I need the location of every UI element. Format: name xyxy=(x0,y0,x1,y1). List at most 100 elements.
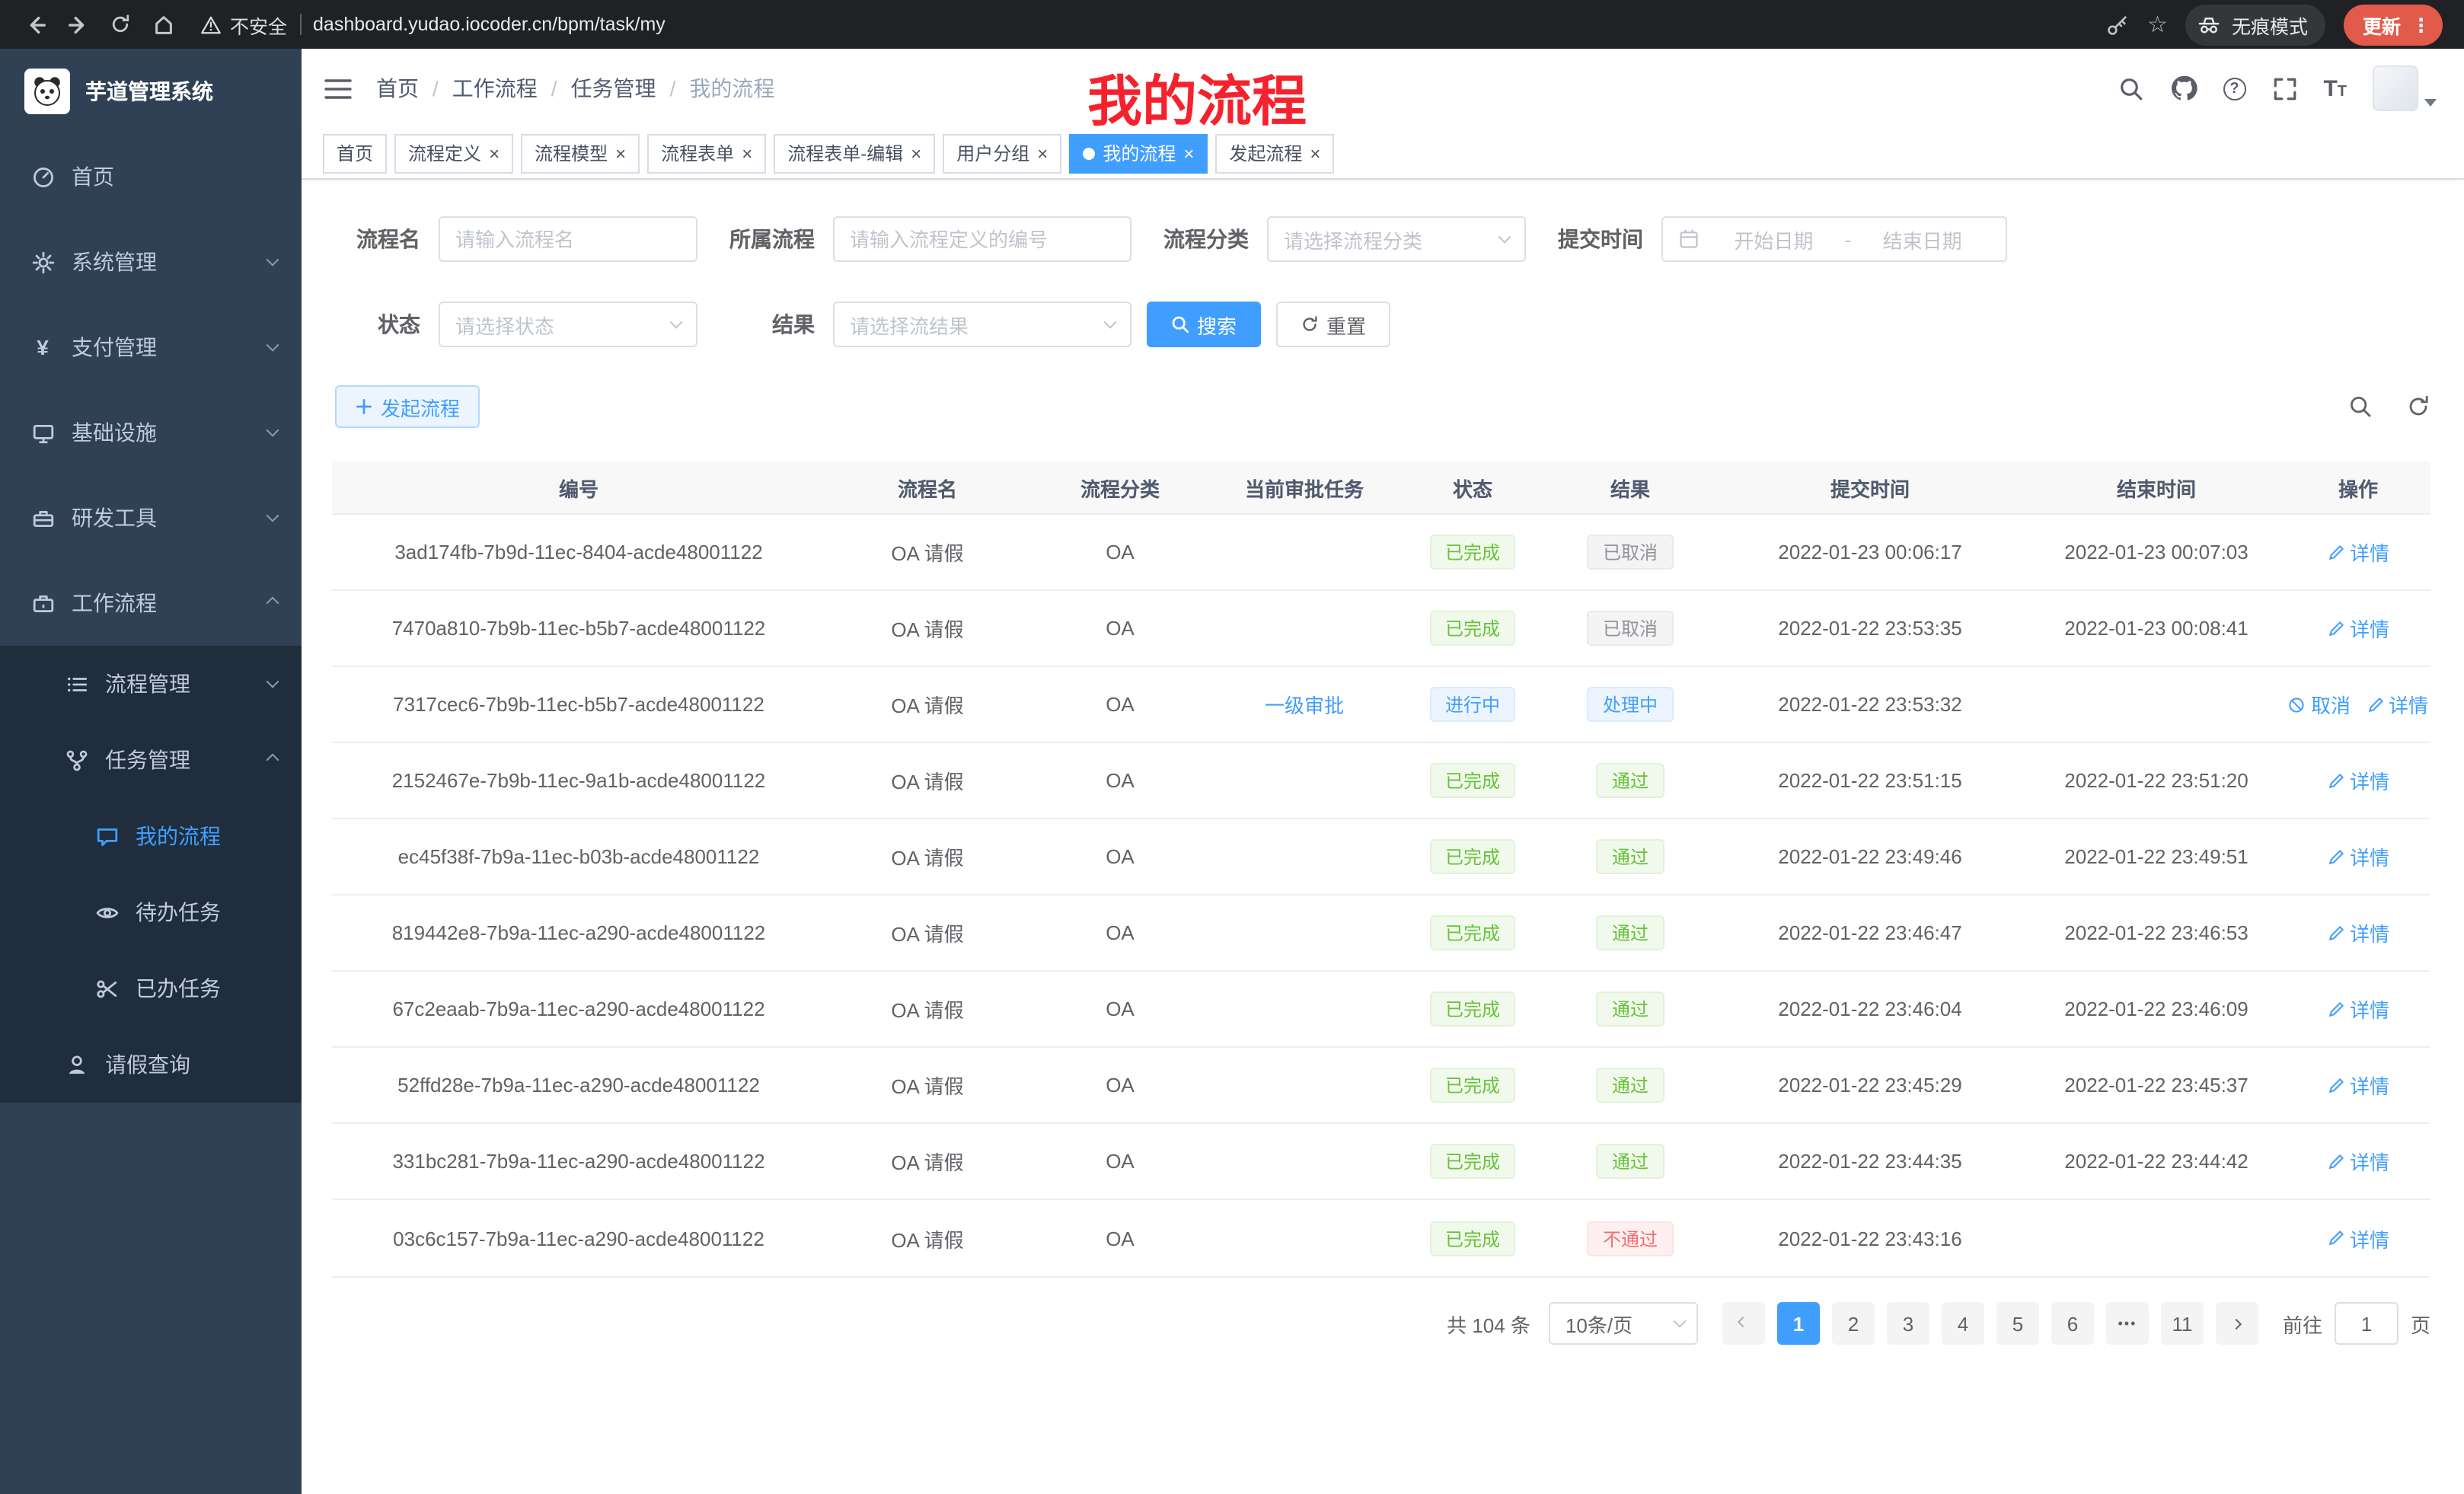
page-button-1[interactable]: 1 xyxy=(1777,1302,1820,1345)
close-tab-icon[interactable]: × xyxy=(742,144,752,162)
fullscreen-icon[interactable] xyxy=(2271,75,2297,101)
url-text[interactable]: dashboard.yudao.iocoder.cn/bpm/task/my xyxy=(313,14,665,35)
tab-process-form-edit[interactable]: 流程表单-编辑× xyxy=(774,133,935,173)
sidebar-item-task-mgmt[interactable]: 任务管理 xyxy=(0,722,302,798)
chevron-up-icon xyxy=(267,597,279,610)
tab-user-group[interactable]: 用户分组× xyxy=(943,133,1061,173)
page-button-6[interactable]: 6 xyxy=(2051,1302,2094,1345)
sidebar-item-todo-tasks[interactable]: 待办任务 xyxy=(0,874,302,950)
status-badge: 已完成 xyxy=(1430,535,1515,570)
forward-icon[interactable] xyxy=(58,5,97,44)
sidebar-item-workflow[interactable]: 工作流程 xyxy=(0,560,302,646)
home-nav-icon[interactable] xyxy=(143,5,183,44)
detail-link[interactable]: 详情 xyxy=(2327,842,2389,871)
detail-link[interactable]: 详情 xyxy=(2327,1071,2389,1100)
tab-my-process[interactable]: 我的流程× xyxy=(1069,133,1208,173)
hamburger-icon[interactable] xyxy=(324,77,352,100)
sidebar-item-home[interactable]: 首页 xyxy=(0,134,302,219)
refresh-icon[interactable] xyxy=(2406,394,2430,419)
status-select[interactable]: 请选择状态 xyxy=(439,302,697,347)
tab-start-process[interactable]: 发起流程× xyxy=(1215,133,1334,173)
next-page-button[interactable] xyxy=(2216,1302,2258,1345)
table-row: ec45f38f-7b9a-11ec-b03b-acde48001122 OA … xyxy=(332,819,2430,895)
close-tab-icon[interactable]: × xyxy=(1037,144,1048,162)
more-pages-button[interactable]: ••• xyxy=(2106,1302,2149,1345)
user-menu[interactable] xyxy=(2373,65,2437,111)
search-icon[interactable] xyxy=(2118,75,2143,101)
close-tab-icon[interactable]: × xyxy=(1183,144,1194,162)
detail-link[interactable]: 详情 xyxy=(2327,538,2389,567)
font-size-icon[interactable]: TT xyxy=(2323,75,2347,101)
table-row: 3ad174fb-7b9d-11ec-8404-acde48001122 OA … xyxy=(332,515,2430,591)
tab-process-definition[interactable]: 流程定义× xyxy=(394,133,513,173)
sidebar-item-leave-query[interactable]: 请假查询 xyxy=(0,1026,302,1103)
chevron-down-icon xyxy=(1499,231,1511,244)
result-badge: 通过 xyxy=(1597,839,1664,874)
help-icon[interactable]: ? xyxy=(2223,77,2245,100)
page-button-3[interactable]: 3 xyxy=(1887,1302,1929,1345)
browser-menu-icon[interactable]: ⋮ xyxy=(2411,13,2430,36)
status-badge: 已完成 xyxy=(1430,611,1515,646)
breadcrumb-current: 我的流程 xyxy=(689,73,774,104)
sidebar-item-payment[interactable]: ¥ 支付管理 xyxy=(0,305,302,390)
page-button-11[interactable]: 11 xyxy=(2161,1302,2204,1345)
current-task-link[interactable]: 一级审批 xyxy=(1265,690,1344,719)
page-button-2[interactable]: 2 xyxy=(1832,1302,1875,1345)
tab-process-form[interactable]: 流程表单× xyxy=(647,133,766,173)
close-tab-icon[interactable]: × xyxy=(911,144,921,162)
result-badge: 通过 xyxy=(1597,915,1664,950)
process-input-wrap xyxy=(833,216,1131,262)
goto-page-input[interactable] xyxy=(2335,1302,2399,1345)
reload-icon[interactable] xyxy=(101,5,140,44)
sidebar-item-system[interactable]: 系统管理 xyxy=(0,219,302,305)
breadcrumb-home[interactable]: 首页 xyxy=(376,73,419,104)
cancel-link[interactable]: 取消 xyxy=(2288,690,2351,719)
tab-process-model[interactable]: 流程模型× xyxy=(521,133,640,173)
close-tab-icon[interactable]: × xyxy=(1310,144,1320,162)
result-select[interactable]: 请选择流结果 xyxy=(833,302,1131,347)
toggle-search-icon[interactable] xyxy=(2348,394,2373,419)
sidebar-item-my-process[interactable]: 我的流程 xyxy=(0,798,302,874)
security-indicator[interactable]: 不安全 xyxy=(201,10,287,39)
page-size-select[interactable]: 10条/页 xyxy=(1549,1302,1698,1345)
app-logo[interactable]: 芋道管理系统 xyxy=(0,49,302,134)
detail-link[interactable]: 详情 xyxy=(2327,766,2389,795)
date-range-picker[interactable]: 开始日期 - 结束日期 xyxy=(1661,216,2007,262)
page-button-4[interactable]: 4 xyxy=(1942,1302,1984,1345)
key-icon[interactable] xyxy=(2106,13,2129,36)
reset-button[interactable]: 重置 xyxy=(1276,302,1390,347)
page-button-5[interactable]: 5 xyxy=(1996,1302,2039,1345)
prev-page-button[interactable] xyxy=(1722,1302,1765,1345)
incognito-badge[interactable]: 无痕模式 xyxy=(2186,4,2326,45)
detail-link[interactable]: 详情 xyxy=(2327,918,2389,947)
tab-home[interactable]: 首页 xyxy=(323,133,387,173)
detail-link[interactable]: 详情 xyxy=(2327,1224,2389,1253)
category-select[interactable]: 请选择流程分类 xyxy=(1267,216,1526,262)
close-tab-icon[interactable]: × xyxy=(489,144,500,162)
process-input[interactable] xyxy=(850,228,1115,251)
update-button[interactable]: 更新 ⋮ xyxy=(2344,4,2443,45)
breadcrumb-workflow[interactable]: 工作流程 xyxy=(452,73,538,104)
status-badge: 已完成 xyxy=(1430,1068,1515,1103)
sidebar-item-infra[interactable]: 基础设施 xyxy=(0,390,302,475)
warning-icon xyxy=(201,14,221,34)
create-process-button[interactable]: 发起流程 xyxy=(335,385,480,428)
sidebar-item-done-tasks[interactable]: 已办任务 xyxy=(0,950,302,1026)
github-icon[interactable] xyxy=(2169,75,2197,102)
detail-link[interactable]: 详情 xyxy=(2327,1147,2389,1176)
status-badge: 已完成 xyxy=(1430,763,1515,798)
detail-link[interactable]: 详情 xyxy=(2327,994,2389,1023)
address-bar[interactable]: 不安全 dashboard.yudao.iocoder.cn/bpm/task/… xyxy=(201,10,2103,39)
sidebar-item-process-mgmt[interactable]: 流程管理 xyxy=(0,646,302,722)
back-icon[interactable] xyxy=(15,5,55,44)
bookmark-star-icon[interactable]: ☆ xyxy=(2147,13,2168,36)
close-tab-icon[interactable]: × xyxy=(615,144,626,162)
breadcrumb-task-mgmt[interactable]: 任务管理 xyxy=(571,73,656,104)
avatar[interactable] xyxy=(2373,65,2418,111)
detail-link[interactable]: 详情 xyxy=(2327,614,2389,643)
header-actions: ? TT xyxy=(2118,65,2437,111)
detail-link[interactable]: 详情 xyxy=(2366,690,2428,719)
sidebar-item-devtools[interactable]: 研发工具 xyxy=(0,475,302,560)
search-button[interactable]: 搜索 xyxy=(1147,302,1261,347)
name-input[interactable] xyxy=(455,228,681,251)
